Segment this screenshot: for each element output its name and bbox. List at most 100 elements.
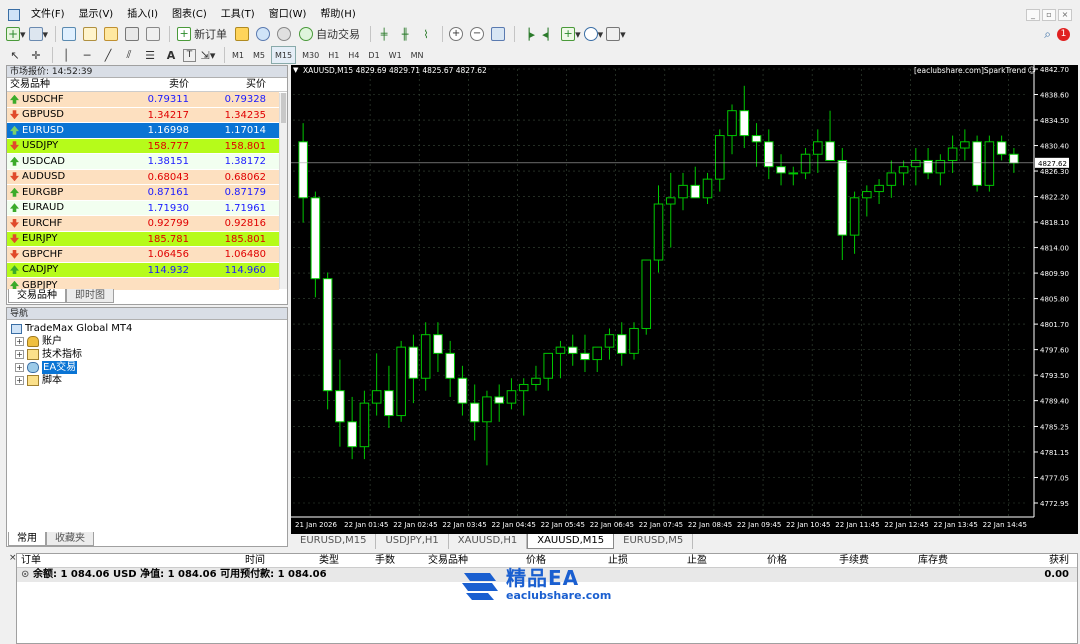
bar-chart-button[interactable]: ╪	[375, 25, 393, 43]
market-watch-row[interactable]: GBPCHF 1.06456 1.06480	[7, 247, 279, 263]
market-watch-row[interactable]: EURJPY 185.781 185.801	[7, 231, 279, 247]
market-watch-row[interactable]: AUDUSD 0.68043 0.68062	[7, 169, 279, 185]
data-window-button[interactable]	[81, 25, 99, 43]
col-ask[interactable]: 买价	[195, 78, 272, 91]
col-bid[interactable]: 卖价	[120, 78, 195, 91]
label-icon[interactable]: T	[183, 48, 196, 62]
market-watch-row[interactable]: USDCAD 1.38151 1.38172	[7, 154, 279, 170]
tab-tick-chart[interactable]: 即时图	[66, 289, 114, 303]
tf-m1[interactable]: M1	[229, 46, 247, 64]
tf-mn[interactable]: MN	[408, 46, 427, 64]
minimize-icon[interactable]: _	[1026, 9, 1040, 21]
menu-window[interactable]: 窗口(W)	[262, 6, 314, 24]
market-watch-row[interactable]: GBPUSD 1.34217 1.34235	[7, 107, 279, 123]
navigator-root[interactable]: TradeMax Global MT4	[11, 322, 283, 335]
market-watch-row[interactable]: USDJPY 158.777 158.801	[7, 138, 279, 154]
chart-menu-icon[interactable]: ▼	[293, 66, 298, 74]
chart-shift-button[interactable]: ◂▏	[540, 25, 558, 43]
chart-canvas[interactable]: 4842.70 4838.60 4834.50 4830.40 4826.30 4822.…	[291, 65, 1078, 534]
tf-m30[interactable]: M30	[299, 46, 322, 64]
profiles-button[interactable]: ▾	[28, 25, 48, 43]
text-icon[interactable]: A	[162, 46, 180, 64]
col-stop-loss[interactable]: 止损	[608, 554, 628, 568]
expand-icon[interactable]: +	[15, 350, 24, 359]
tf-h1[interactable]: H1	[325, 46, 342, 64]
market-watch-scrollbar[interactable]	[279, 93, 287, 289]
search-icon[interactable]: ⌕	[1044, 27, 1051, 42]
tile-windows-button[interactable]	[489, 25, 507, 43]
col-order[interactable]: 订单	[21, 554, 41, 568]
candlestick-button[interactable]: ╫	[396, 25, 414, 43]
new-chart-button[interactable]: + ▾	[6, 25, 26, 43]
col-profit[interactable]: 获利	[1049, 554, 1069, 568]
market-watch-row[interactable]: EURUSD 1.16998 1.17014	[7, 123, 279, 139]
crosshair-icon[interactable]: ✛	[27, 46, 45, 64]
tf-w1[interactable]: W1	[386, 46, 405, 64]
indicators-button[interactable]: + ▾	[561, 25, 581, 43]
community-button[interactable]	[254, 25, 272, 43]
menu-help[interactable]: 帮助(H)	[313, 6, 362, 24]
zoom-in-button[interactable]: +	[447, 25, 465, 43]
market-watch-row[interactable]: EURAUD 1.71930 1.71961	[7, 200, 279, 216]
col-time[interactable]: 时间	[245, 554, 265, 568]
col-current-price[interactable]: 价格	[767, 554, 787, 568]
metaeditor-button[interactable]	[233, 25, 251, 43]
col-symbol[interactable]: 交易品种	[428, 554, 468, 568]
terminal-button[interactable]	[123, 25, 141, 43]
tf-d1[interactable]: D1	[365, 46, 382, 64]
col-swap[interactable]: 库存费	[918, 554, 948, 568]
chart-tab-eurusd-m5[interactable]: EURUSD,M5	[614, 534, 694, 549]
cursor-icon[interactable]: ↖	[6, 46, 24, 64]
navigator-button[interactable]	[102, 25, 120, 43]
expand-icon[interactable]: +	[15, 337, 24, 346]
menu-charts[interactable]: 图表(C)	[165, 6, 214, 24]
price-chart[interactable]: 4842.70 4838.60 4834.50 4830.40 4826.30 4822.…	[291, 65, 1078, 534]
expand-icon[interactable]: +	[15, 363, 24, 372]
market-watch-row[interactable]: CADJPY 114.932 114.960	[7, 262, 279, 278]
strategy-tester-button[interactable]	[144, 25, 162, 43]
navigator-item-accounts[interactable]: + 账户	[11, 335, 283, 348]
trendline-icon[interactable]: ╱	[99, 46, 117, 64]
signals-button[interactable]	[275, 25, 293, 43]
menu-insert[interactable]: 插入(I)	[120, 6, 165, 24]
notification-badge[interactable]: 1	[1057, 27, 1070, 41]
market-watch-row[interactable]: EURCHF 0.92799 0.92816	[7, 216, 279, 232]
new-order-button[interactable]: + 新订单	[174, 25, 230, 43]
col-type[interactable]: 类型	[319, 554, 339, 568]
menu-tools[interactable]: 工具(T)	[214, 6, 262, 24]
navigator-item-expert-advisors[interactable]: + EA交易	[11, 361, 283, 374]
close-icon[interactable]: ×	[1058, 9, 1072, 21]
periods-button[interactable]: ▾	[583, 25, 603, 43]
auto-trading-button[interactable]: 自动交易	[296, 25, 363, 43]
menu-file[interactable]: 文件(F)	[24, 6, 72, 24]
tab-common[interactable]: 常用	[8, 532, 46, 546]
vertical-line-icon[interactable]: │	[57, 46, 75, 64]
market-watch-row[interactable]: USDCHF 0.79311 0.79328	[7, 92, 279, 108]
autoscroll-button[interactable]: ▕▸	[519, 25, 537, 43]
channel-icon[interactable]: ⫽	[120, 46, 138, 64]
tf-h4[interactable]: H4	[345, 46, 362, 64]
arrows-icon[interactable]: ⇲▾	[199, 46, 217, 64]
market-watch-row[interactable]: EURGBP 0.87161 0.87179	[7, 185, 279, 201]
horizontal-line-icon[interactable]: ─	[78, 46, 96, 64]
restore-icon[interactable]: ▫	[1042, 9, 1056, 21]
tf-m15[interactable]: M15	[271, 46, 297, 64]
templates-button[interactable]: ▾	[606, 25, 626, 43]
navigator-item-indicators[interactable]: + 技术指标	[11, 348, 283, 361]
fibonacci-icon[interactable]: ☰	[141, 46, 159, 64]
tab-symbols[interactable]: 交易品种	[8, 289, 66, 303]
menu-view[interactable]: 显示(V)	[72, 6, 121, 24]
market-watch-button[interactable]	[60, 25, 78, 43]
chart-tab-eurusd-m15[interactable]: EURUSD,M15	[291, 534, 377, 549]
zoom-out-button[interactable]: −	[468, 25, 486, 43]
navigator-item-scripts[interactable]: + 脚本	[11, 374, 283, 387]
chart-tab-xauusd-m15[interactable]: XAUUSD,M15	[527, 534, 615, 549]
tf-m5[interactable]: M5	[250, 46, 268, 64]
col-symbol[interactable]: 交易品种	[7, 78, 120, 91]
chart-tab-xauusd-h1[interactable]: XAUUSD,H1	[448, 534, 528, 549]
tab-favorites[interactable]: 收藏夹	[46, 532, 94, 546]
expand-icon[interactable]: +	[15, 376, 24, 385]
col-take-profit[interactable]: 止盈	[687, 554, 707, 568]
chart-tab-usdjpy-h1[interactable]: USDJPY,H1	[376, 534, 449, 549]
col-commission[interactable]: 手续费	[839, 554, 869, 568]
